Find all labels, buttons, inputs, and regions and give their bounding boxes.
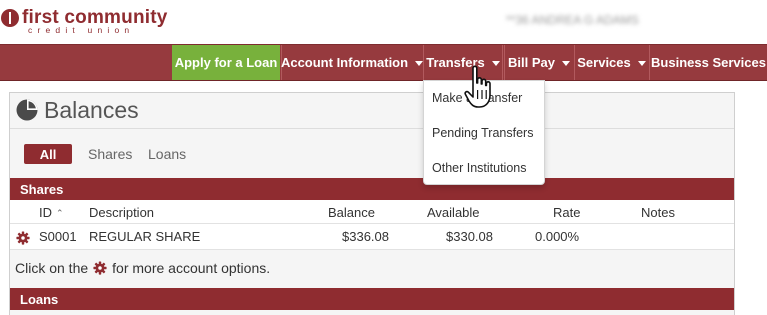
chevron-down-icon [415,60,424,66]
column-header-notes[interactable]: Notes [641,205,675,220]
shares-section-header: Shares [10,178,734,200]
pointer-hand-cursor-icon [464,65,491,108]
gear-icon [93,261,107,275]
nav-apply-for-loan[interactable]: Apply for a Loan [172,45,280,80]
balances-panel-header: Balances [10,93,734,129]
table-row[interactable]: S0001 REGULAR SHARE $336.08 $330.08 0.00… [10,224,734,250]
account-available: $330.08 [446,229,493,244]
nav-account-information[interactable]: Account Information [280,45,424,80]
filter-all-button[interactable]: All [24,144,72,164]
nav-bill-pay[interactable]: Bill Pay [504,45,573,80]
account-description[interactable]: REGULAR SHARE [89,229,200,244]
sort-icon: ⌃ [56,208,64,218]
loans-section-header: Loans [10,288,734,310]
main-nav: Apply for a Loan Account Information Tra… [0,44,767,81]
balances-panel: Balances All Shares Loans Shares ID ⌃ Des… [9,92,735,315]
nav-business-services-label: Business Services [651,55,766,70]
nav-apply-label: Apply for a Loan [174,55,278,70]
chevron-down-icon [637,60,646,66]
hint-text-after: for more account options. [112,260,271,276]
chevron-down-icon [561,60,570,66]
account-id[interactable]: S0001 [39,229,77,244]
gear-icon[interactable] [16,231,30,245]
logo-text: first community credit union [22,8,168,35]
logo-mark-icon [1,9,19,27]
site-header: first community credit union **36 ANDREA… [0,0,767,44]
column-id-label: ID [39,205,52,220]
filter-shares-link[interactable]: Shares [88,146,132,162]
nav-account-information-label: Account Information [280,55,409,70]
menu-item-other-institutions[interactable]: Other Institutions [432,161,527,175]
brand-logo[interactable]: first community credit union [1,8,168,35]
nav-services-label: Services [577,55,631,70]
column-header-description[interactable]: Description [89,205,154,220]
column-header-available[interactable]: Available [427,205,480,220]
user-name[interactable]: **36 ANDREA G ADAMS [506,13,639,27]
nav-business-services[interactable]: Business Services [649,45,767,80]
account-balance: $336.08 [342,229,389,244]
column-header-balance[interactable]: Balance [328,205,375,220]
nav-bill-pay-label: Bill Pay [508,55,555,70]
pie-chart-icon [16,99,38,121]
online-banking-screen: first community credit union **36 ANDREA… [0,0,767,315]
filter-loans-link[interactable]: Loans [148,146,186,162]
shares-table-header: ID ⌃ Description Balance Available Rate N… [10,200,734,224]
page-title: Balances [44,97,139,123]
column-header-id[interactable]: ID ⌃ [39,205,64,220]
nav-services[interactable]: Services [574,45,648,80]
hint-text-before: Click on the [15,260,89,276]
shares-section-label: Shares [20,181,64,197]
column-header-rate[interactable]: Rate [553,205,580,220]
account-options-hint: Click on the for more account options. [15,260,270,276]
account-rate: 0.000% [535,229,580,244]
menu-item-pending-transfers[interactable]: Pending Transfers [432,126,533,140]
loans-section-label: Loans [20,291,59,307]
